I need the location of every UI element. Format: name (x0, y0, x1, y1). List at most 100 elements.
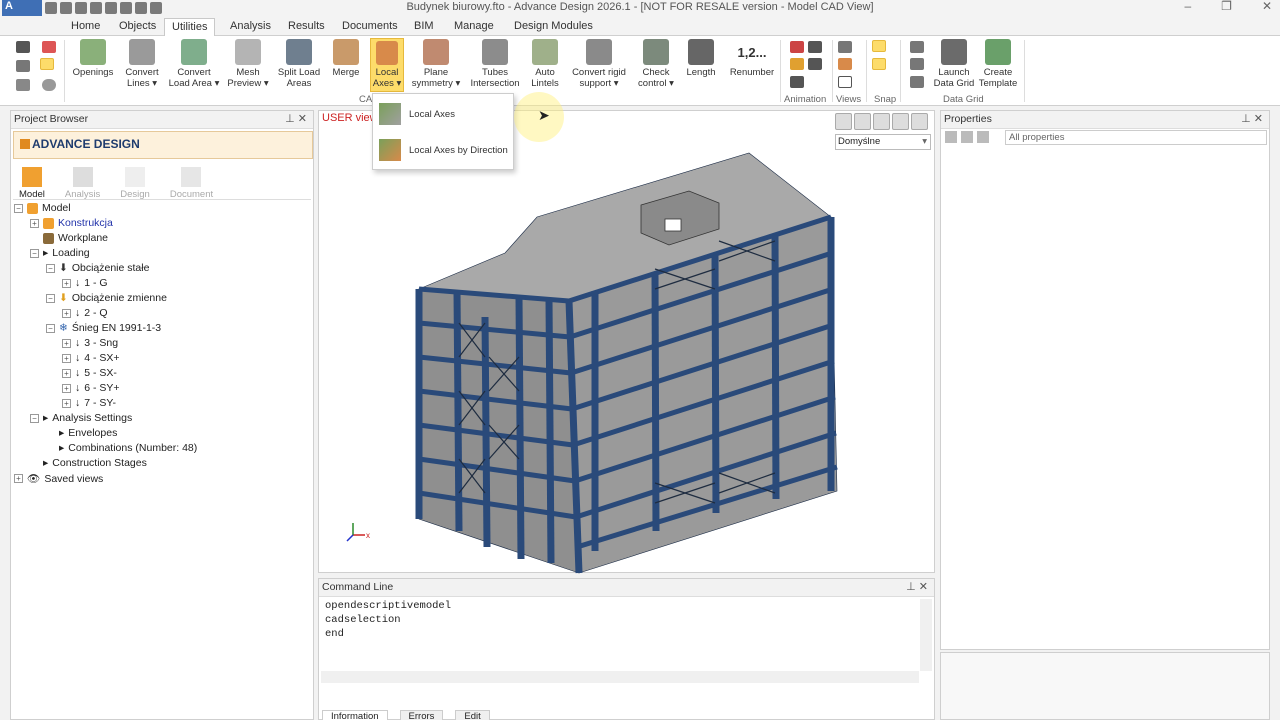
restore-icon[interactable]: ❐ (1221, 0, 1232, 13)
local-axes-button[interactable]: Local Axes ▾ (370, 38, 404, 92)
openings-icon (80, 39, 106, 65)
data-grid-filter-icon[interactable] (910, 58, 924, 70)
sort-icon[interactable] (945, 131, 957, 143)
tab-errors[interactable]: Errors (399, 710, 444, 720)
template-icon (985, 39, 1011, 65)
tab-manage[interactable]: Manage (447, 18, 501, 36)
merge-button[interactable]: Merge (328, 39, 364, 78)
animation-stop-icon[interactable] (808, 41, 822, 53)
tree-node-model[interactable]: − Model (14, 202, 71, 214)
snap-line-icon[interactable] (872, 58, 886, 70)
tab-information[interactable]: Information (322, 710, 388, 720)
minimize-icon[interactable]: – (1184, 0, 1191, 13)
load-case-icon: ↓ (75, 367, 81, 379)
tree-node-load-case-family[interactable]: − ⬇ Obciążenie zmienne (46, 292, 167, 304)
check-control-icon (643, 39, 669, 65)
tree-node-load-case[interactable]: + ↓ 2 - Q (62, 307, 108, 319)
mode-tab-design[interactable]: Design (120, 167, 150, 200)
eraser-icon[interactable] (40, 58, 54, 70)
tree-node-loading[interactable]: − ▸ Loading (30, 247, 90, 259)
tree-node-construction-stages[interactable]: ▸ Construction Stages (43, 457, 147, 469)
pin-close-icons[interactable]: ⊥ ✕ (906, 579, 928, 596)
group-label-animation: Animation (784, 94, 827, 105)
merge-icon (333, 39, 359, 65)
view-copy-icon[interactable] (838, 41, 852, 53)
ribbon: Openings Convert Lines ▾ Convert Load Ar… (0, 36, 1280, 106)
tree-node-load-case[interactable]: + ↓ 7 - SY- (62, 397, 116, 409)
properties-toolbar (945, 131, 989, 143)
cad-viewport[interactable]: USER view Domyślne ▾ x (318, 110, 935, 574)
convert-rigid-support-button[interactable]: Convert rigid support ▾ (568, 39, 630, 89)
mode-tab-document[interactable]: Document (170, 167, 213, 200)
tree-node-envelopes[interactable]: ▸ Envelopes (59, 427, 117, 439)
split-load-areas-icon (286, 39, 312, 65)
tab-home[interactable]: Home (64, 18, 107, 36)
scrollbar[interactable] (920, 599, 932, 671)
tab-objects[interactable]: Objects (112, 18, 163, 36)
tree-node-workplane[interactable]: Workplane (43, 232, 108, 244)
pencil-icon[interactable] (16, 60, 30, 72)
logo-icon (20, 139, 30, 149)
data-grid-edit-icon[interactable] (910, 41, 924, 53)
tab-analysis[interactable]: Analysis (223, 18, 278, 36)
filter-icon[interactable] (977, 131, 989, 143)
menu-item-local-axes[interactable]: Local Axes (379, 102, 455, 126)
close-icon[interactable]: ✕ (1262, 0, 1272, 13)
convert-load-area-button[interactable]: Convert Load Area ▾ (166, 39, 222, 89)
mode-tabs: Model Analysis Design Document (19, 167, 213, 200)
tab-results[interactable]: Results (281, 18, 332, 36)
tubes-intersection-button[interactable]: Tubes Intersection (468, 39, 522, 89)
auto-lintels-button[interactable]: Auto Lintels (526, 39, 564, 89)
data-grid-tools-icon[interactable] (910, 76, 924, 88)
pin-close-icons[interactable]: ⊥ ✕ (1241, 111, 1263, 128)
plane-symmetry-button[interactable]: Plane symmetry ▾ (410, 39, 462, 89)
load-arrow-icon: ⬇ (59, 262, 68, 274)
tab-documents[interactable]: Documents (335, 18, 405, 36)
mesh-preview-button[interactable]: Mesh Preview ▾ (226, 39, 270, 89)
gear-icon[interactable] (42, 79, 56, 91)
create-template-button[interactable]: Create Template (976, 39, 1020, 89)
tree-node-load-case[interactable]: + ↓ 4 - SX+ (62, 352, 120, 364)
brand-banner: ADVANCE DESIGN (13, 131, 313, 159)
pin-close-icons[interactable]: ⊥ ✕ (285, 111, 307, 128)
tab-edit[interactable]: Edit (455, 710, 490, 720)
view-window-icon[interactable] (838, 76, 852, 88)
animation-record-icon[interactable] (790, 58, 804, 70)
tab-utilities[interactable]: Utilities (164, 18, 216, 36)
menu-item-local-axes-by-direction[interactable]: Local Axes by Direction (379, 138, 508, 162)
brush-icon[interactable] (16, 79, 30, 91)
line-tool-icon[interactable] (42, 41, 56, 53)
launch-data-grid-button[interactable]: Launch Data Grid (932, 39, 976, 89)
animation-play-icon[interactable] (790, 41, 804, 53)
categorize-icon[interactable] (961, 131, 973, 143)
snap-magnet-icon[interactable] (872, 40, 886, 52)
tree-node-saved-views[interactable]: + 👁 Saved views (14, 472, 103, 485)
split-load-areas-button[interactable]: Split Load Areas (274, 39, 324, 89)
tubes-intersection-icon (482, 39, 508, 65)
horizontal-scrollbar[interactable] (321, 671, 919, 683)
renumber-button[interactable]: 1,2... Renumber (728, 39, 776, 78)
length-button[interactable]: Length (682, 39, 720, 78)
tree-node-load-case[interactable]: + ↓ 5 - SX- (62, 367, 117, 379)
property-filter-select[interactable]: All properties (1005, 130, 1267, 145)
animation-settings-icon[interactable] (808, 58, 822, 70)
tree-node-combinations[interactable]: ▸ Combinations (Number: 48) (59, 442, 197, 454)
tree-node-analysis-settings[interactable]: − ▸ Analysis Settings (30, 412, 132, 424)
tree-node-load-case[interactable]: + ↓ 1 - G (62, 277, 108, 289)
renumber-icon: 1,2... (737, 45, 767, 60)
tab-bim[interactable]: BIM (407, 18, 441, 36)
check-control-button[interactable]: Check control ▾ (632, 39, 680, 89)
tab-design-modules[interactable]: Design Modules (507, 18, 600, 36)
tree-node-load-case[interactable]: + ↓ 3 - Sng (62, 337, 118, 349)
animation-export-icon[interactable] (790, 76, 804, 88)
convert-lines-button[interactable]: Convert Lines ▾ (120, 39, 164, 89)
mode-tab-analysis[interactable]: Analysis (65, 167, 100, 200)
tree-node-load-case-family[interactable]: − ⬇ Obciążenie stałe (46, 262, 149, 274)
mode-tab-model[interactable]: Model (19, 167, 45, 200)
view-render-icon[interactable] (838, 58, 852, 70)
openings-button[interactable]: Openings (70, 39, 116, 78)
tree-node-load-case-family[interactable]: − ❄ Śnieg EN 1991-1-3 (46, 322, 161, 334)
tree-node-konstrukcja[interactable]: + Konstrukcja (30, 217, 113, 229)
tree-node-load-case[interactable]: + ↓ 6 - SY+ (62, 382, 120, 394)
draw-tool-icon[interactable] (16, 41, 30, 53)
